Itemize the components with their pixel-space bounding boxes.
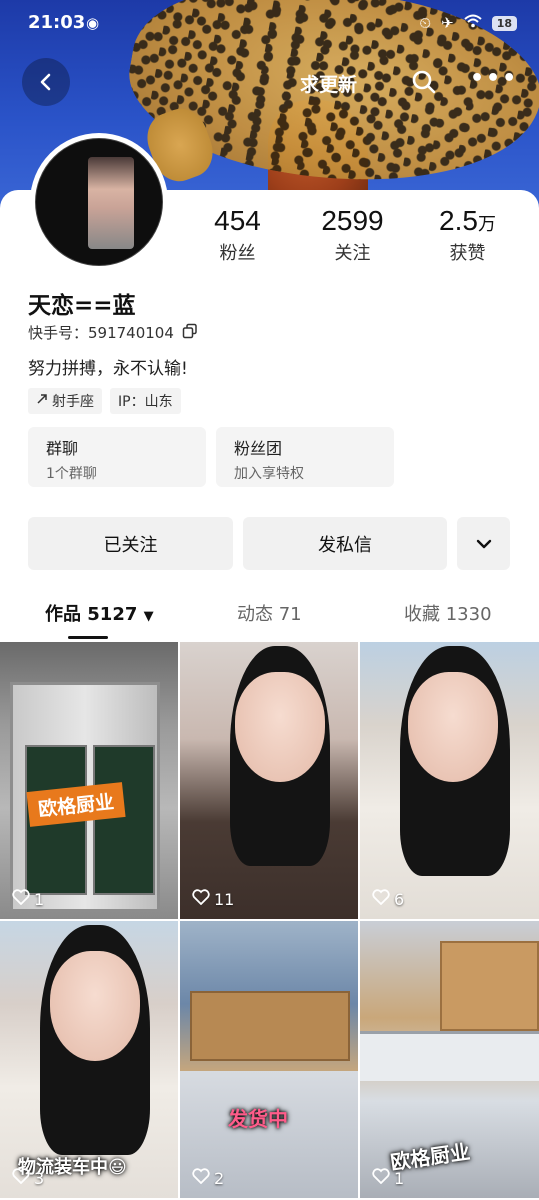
bio: 努力拼搏，永不认输! [28, 359, 188, 379]
video-likes: 1 [372, 1168, 404, 1188]
stat-fans-count: 454 [214, 205, 261, 236]
more-dots-icon: ••• [470, 66, 519, 91]
tag-ip: IP：山东 [110, 388, 181, 414]
tab-indicator [68, 636, 108, 639]
feature-cards: 群聊 1个群聊 粉丝团 加入享特权 [28, 427, 394, 487]
video-grid: 欧格厨业 1 11 6 物流装车中😃 3 发货中 2 欧格厨业 1 [0, 642, 539, 1198]
heart-icon [192, 889, 210, 909]
video-likes: 1 [12, 889, 44, 909]
followed-button[interactable]: 已关注 [28, 517, 233, 570]
status-time: 21:03 [28, 12, 86, 33]
battery-icon: 18 [491, 15, 517, 31]
back-button[interactable] [22, 58, 70, 106]
heart-icon [372, 889, 390, 909]
stat-likes-count: 2.5 [439, 205, 478, 236]
tab-works[interactable]: 作品 5127 ▼ [45, 600, 154, 626]
heart-icon [12, 1168, 30, 1188]
video-thumbnail[interactable]: 欧格厨业 1 [0, 642, 178, 919]
action-buttons: 已关注 发私信 [28, 517, 510, 570]
user-id-text: 快手号：591740104 [28, 324, 174, 342]
copy-icon[interactable] [182, 323, 198, 343]
airplane-icon: ✈ [441, 14, 454, 32]
heart-icon [372, 1168, 390, 1188]
send-message-button[interactable]: 发私信 [243, 517, 447, 570]
profile-stats: 454 粉丝 2599 关注 2.5万 获赞 [180, 205, 525, 275]
stat-likes-unit: 万 [477, 214, 496, 234]
status-icons: ⏲ ✈ 18 [419, 14, 517, 32]
wifi-icon [464, 14, 482, 32]
search-button[interactable] [408, 66, 440, 98]
caret-down-icon: ▼ [143, 609, 154, 624]
content-tabs: 作品 5127 ▼ 动态 71 收藏 1330 [0, 590, 539, 640]
video-thumbnail[interactable]: 6 [360, 642, 539, 919]
avatar-image [35, 138, 163, 266]
video-thumbnail[interactable]: 物流装车中😃 3 [0, 921, 178, 1198]
video-likes: 11 [192, 889, 234, 909]
stat-following-count: 2599 [321, 205, 384, 236]
stat-fans[interactable]: 454 粉丝 [188, 205, 288, 275]
group-chat-card[interactable]: 群聊 1个群聊 [28, 427, 206, 487]
more-button[interactable]: ••• [470, 66, 516, 98]
video-overlay-text: 发货中 [228, 1107, 288, 1131]
expand-button[interactable] [457, 517, 510, 570]
video-likes: 6 [372, 889, 404, 909]
tab-favorites[interactable]: 收藏 1330 [404, 600, 492, 626]
video-thumbnail[interactable]: 发货中 2 [180, 921, 358, 1198]
chevron-down-icon [476, 539, 491, 548]
stat-likes[interactable]: 2.5万 获赞 [418, 205, 518, 275]
tag-zodiac: 射手座 [28, 388, 102, 414]
weibo-icon: ◉ [86, 14, 100, 32]
stat-following[interactable]: 2599 关注 [303, 205, 403, 275]
stat-following-label: 关注 [334, 243, 371, 264]
chevron-left-icon [40, 73, 51, 91]
avatar-photo [88, 157, 134, 249]
stat-fans-label: 粉丝 [219, 243, 256, 264]
avatar[interactable] [30, 133, 168, 271]
video-likes: 2 [192, 1168, 224, 1188]
heart-icon [12, 889, 30, 909]
status-bar: 21:03 ◉ ⏲ ✈ 18 [0, 0, 539, 48]
alarm-icon: ⏲ [419, 14, 432, 32]
username: 天恋==蓝 [28, 293, 136, 319]
stat-likes-label: 获赞 [449, 243, 486, 264]
fan-club-card[interactable]: 粉丝团 加入享特权 [216, 427, 394, 487]
profile-tags: 射手座 IP：山东 [28, 388, 181, 414]
video-thumbnail[interactable]: 欧格厨业 1 [360, 921, 539, 1198]
search-icon [412, 70, 436, 94]
video-likes: 3 [12, 1168, 44, 1188]
video-thumbnail[interactable]: 11 [180, 642, 358, 919]
zodiac-icon [36, 393, 48, 409]
user-id: 快手号：591740104 [28, 322, 198, 343]
heart-icon [192, 1168, 210, 1188]
request-update-button[interactable]: 求更新 [300, 70, 357, 97]
tab-moments[interactable]: 动态 71 [237, 600, 302, 626]
